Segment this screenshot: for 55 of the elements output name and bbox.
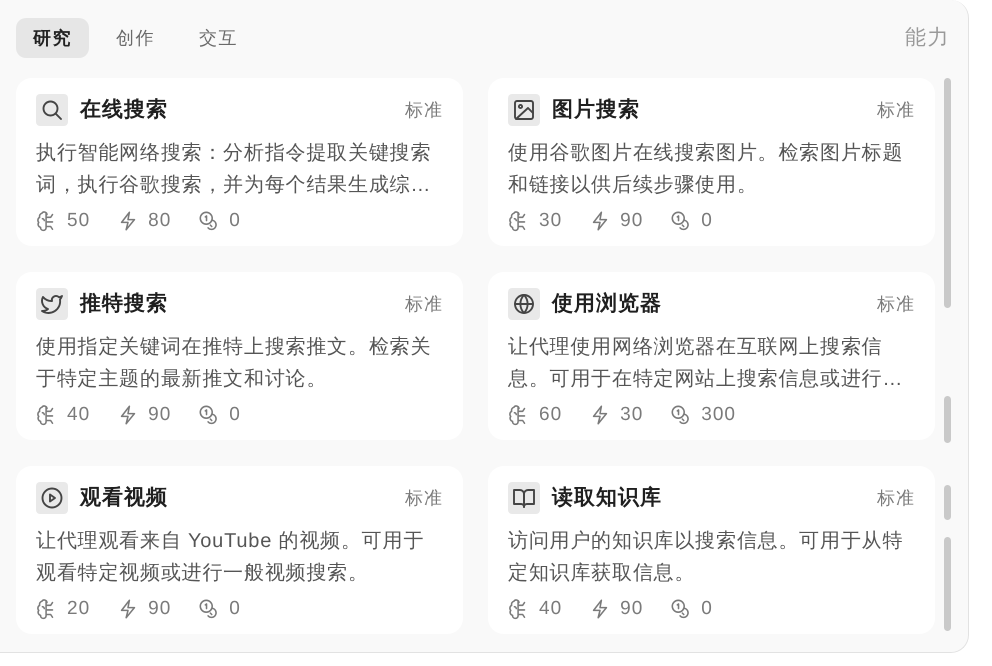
tab[interactable]: 研究 <box>16 18 89 58</box>
scrollbar-segment <box>944 396 951 443</box>
stat-value: 50 <box>67 208 90 233</box>
stat-value: 20 <box>67 596 90 621</box>
tier-label: 标准 <box>405 98 443 122</box>
stat-value: 90 <box>148 402 172 427</box>
stat-value: 300 <box>701 402 736 427</box>
tool-card[interactable]: 观看视频 标准 让代理观看来自 YouTube 的视频。可用于观看特定视频或进行一般视频搜索。 20 90 0 <box>16 466 463 634</box>
scrollbar-segment <box>944 485 951 520</box>
tool-card[interactable]: 推特搜索 标准 使用指定关键词在推特上搜索推文。检索关于特定主题的最新推文和讨论。 40 90 0 <box>16 272 463 440</box>
section-label: 能力 <box>905 25 950 52</box>
stat-value: 60 <box>539 402 562 427</box>
scrollbar-thumb[interactable] <box>944 78 951 308</box>
tier-label: 标准 <box>877 486 915 510</box>
stat-value: 40 <box>539 596 562 621</box>
stat-value: 0 <box>701 596 713 621</box>
stat-value: 80 <box>148 208 172 233</box>
stat-value: 0 <box>229 596 241 621</box>
tab[interactable]: 创作 <box>99 18 172 58</box>
stat-value: 30 <box>620 402 644 427</box>
bird-icon <box>36 288 68 320</box>
tool-card[interactable]: 图片搜索 标准 使用谷歌图片在线搜索图片。检索图片标题和链接以供后续步骤使用。 30 90 0 <box>488 78 935 246</box>
card-title: 观看视频 <box>80 485 168 512</box>
stat-value: 90 <box>620 208 644 233</box>
tier-label: 标准 <box>877 98 915 122</box>
search-icon <box>36 94 68 126</box>
stat-value: 0 <box>229 402 241 427</box>
stat-value: 40 <box>67 402 90 427</box>
tier-label: 标准 <box>405 486 443 510</box>
stat-value: 0 <box>701 208 713 233</box>
card-title: 读取知识库 <box>552 484 662 512</box>
card-description: 使用谷歌图片在线搜索图片。检索图片标题和链接以供后续步骤使用。 <box>508 141 904 198</box>
stat-value: 90 <box>148 596 172 621</box>
card-title: 在线搜索 <box>80 97 168 124</box>
book-icon <box>508 482 540 514</box>
card-title: 推特搜索 <box>80 291 168 318</box>
stat-value: 90 <box>620 596 644 621</box>
tab[interactable]: 交互 <box>182 18 255 58</box>
tier-label: 标准 <box>877 292 915 316</box>
card-description: 执行智能网络搜索：分析指令提取关键搜索词，执行谷歌搜索，并为每个结果生成综… <box>36 141 432 198</box>
image-icon <box>508 94 540 126</box>
tool-card[interactable]: 在线搜索 标准 执行智能网络搜索：分析指令提取关键搜索词，执行谷歌搜索，并为每个结果生成综… 50 80 0 <box>16 78 463 246</box>
card-description: 让代理使用网络浏览器在互联网上搜索信息。可用于在特定网站上搜索信息或进行… <box>508 335 904 392</box>
tier-label: 标准 <box>405 292 443 316</box>
tool-card[interactable]: 读取知识库 标准 访问用户的知识库以搜索信息。可用于从特定知识库获取信息。 40 90 0 <box>488 466 935 634</box>
card-title: 使用浏览器 <box>552 291 662 318</box>
card-description: 使用指定关键词在推特上搜索推文。检索关于特定主题的最新推文和讨论。 <box>36 335 432 392</box>
globe-icon <box>508 288 540 320</box>
card-title: 图片搜索 <box>552 97 640 124</box>
stat-value: 30 <box>539 208 562 233</box>
stat-value: 0 <box>229 208 241 233</box>
tool-card[interactable]: 使用浏览器 标准 让代理使用网络浏览器在互联网上搜索信息。可用于在特定网站上搜索信息或进行… 60 30 300 <box>488 272 935 440</box>
card-description: 访问用户的知识库以搜索信息。可用于从特定知识库获取信息。 <box>508 529 904 586</box>
card-description: 让代理观看来自 YouTube 的视频。可用于观看特定视频或进行一般视频搜索。 <box>36 529 426 586</box>
play-icon <box>36 482 68 514</box>
